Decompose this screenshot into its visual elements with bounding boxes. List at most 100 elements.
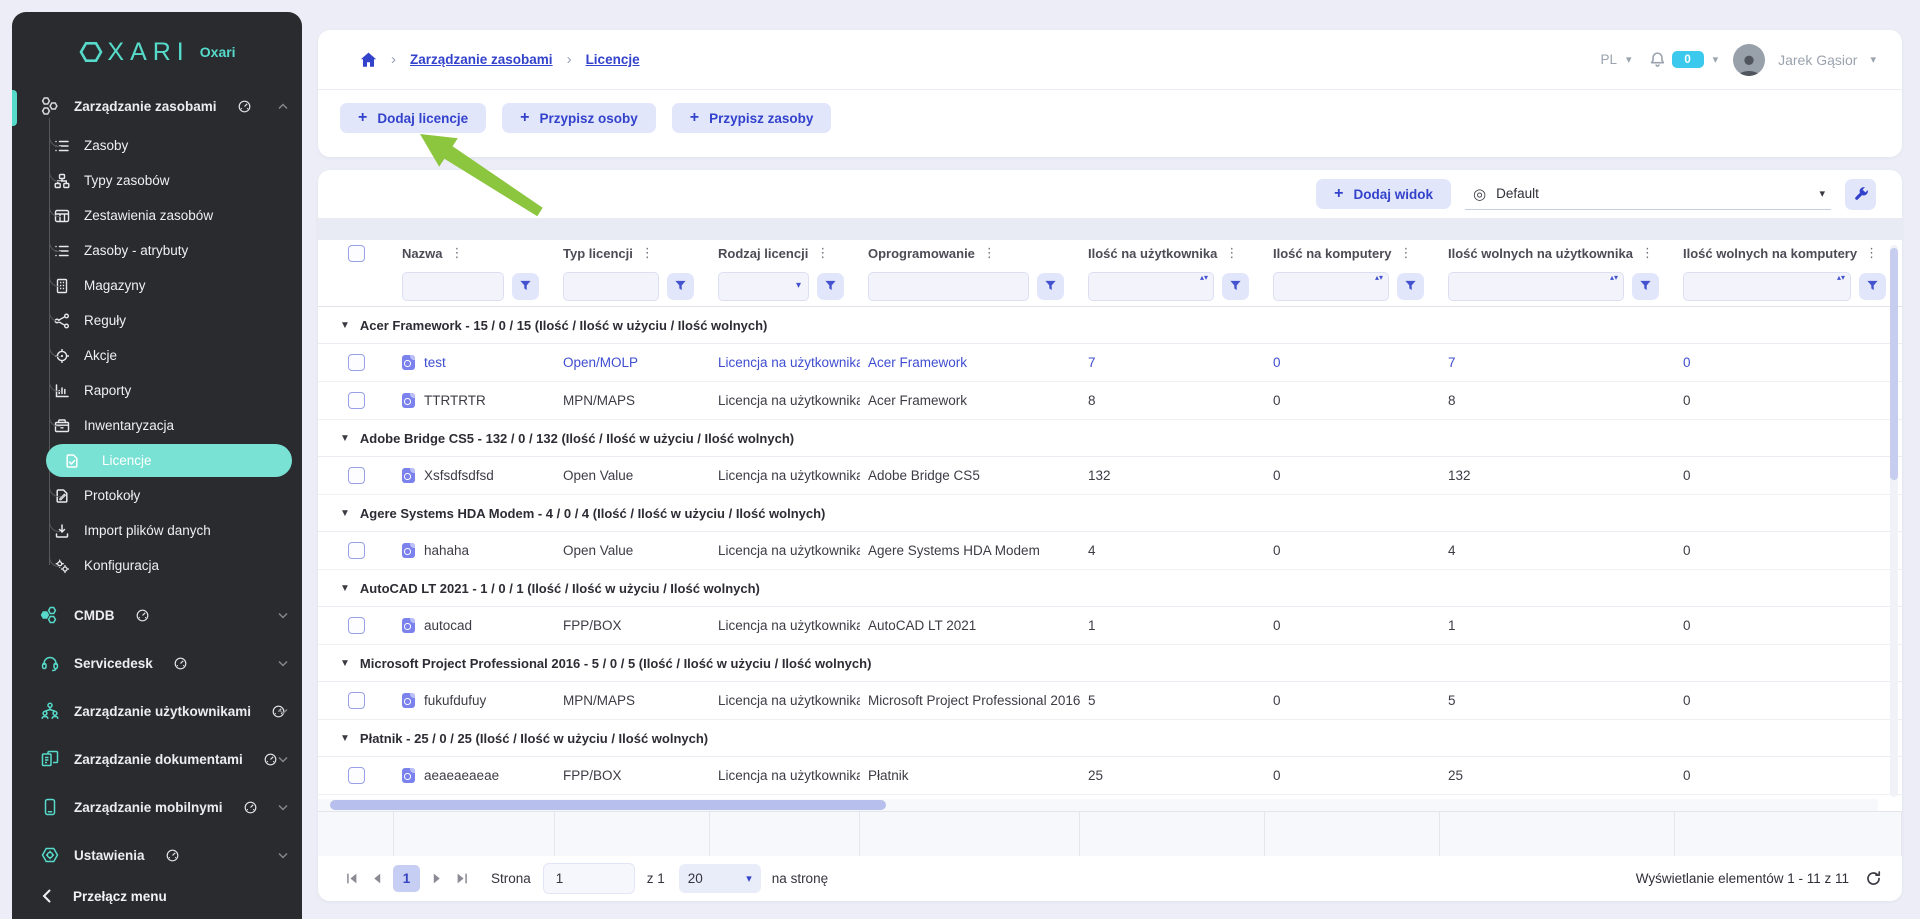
menu-toggle-button[interactable]: Przełącz menu [12, 873, 302, 919]
cell-nazwa[interactable]: autocad [424, 618, 472, 633]
collapse-caret-icon[interactable]: ▼ [340, 583, 350, 594]
user-name[interactable]: Jarek Gąsior [1778, 52, 1857, 68]
row-checkbox[interactable] [348, 767, 365, 784]
avatar[interactable] [1733, 44, 1765, 76]
stepper-arrows-icon[interactable]: ▴▾ [1837, 274, 1845, 282]
sidebar-item-import-plikow-danych[interactable]: Import plików danych [12, 513, 302, 548]
sidebar-section-servicedesk[interactable]: Servicedesk [12, 643, 302, 683]
column-menu-icon[interactable]: ⋮ [816, 245, 829, 261]
previous-page-button[interactable] [364, 866, 390, 892]
language-selector[interactable]: PL [1601, 52, 1618, 67]
filter-funnel-icon[interactable] [1397, 273, 1424, 300]
view-selector[interactable]: ◎ Default ▾ [1465, 178, 1831, 210]
cell-nazwa[interactable]: test [424, 355, 446, 370]
cell-nazwa[interactable]: fukufdufuy [424, 693, 486, 708]
collapse-caret-icon[interactable]: ▼ [340, 433, 350, 444]
home-icon[interactable] [360, 52, 377, 68]
cell-nazwa[interactable]: hahaha [424, 543, 469, 558]
horizontal-scrollbar[interactable] [318, 799, 1878, 811]
filter-select-rodzaj-licencji[interactable]: ▾ [718, 272, 809, 301]
sidebar-item-zasoby[interactable]: Zasoby [12, 128, 302, 163]
column-menu-icon[interactable]: ⋮ [641, 245, 654, 261]
sidebar-item-konfiguracja[interactable]: Konfiguracja [12, 548, 302, 583]
column-header-ilosc-wolnych-na-komputery[interactable]: Ilość wolnych na komputery [1683, 246, 1857, 261]
sidebar-item-typy-zasobow[interactable]: Typy zasobów [12, 163, 302, 198]
add-license-button[interactable]: + Dodaj licencje [340, 103, 486, 133]
filter-input-nazwa[interactable] [402, 272, 504, 301]
stepper-arrows-icon[interactable]: ▴▾ [1610, 274, 1618, 282]
chevron-up-icon[interactable] [278, 103, 288, 110]
table-row[interactable]: aeaeaeaeae FPP/BOX Licencja na użytkowni… [318, 757, 1902, 795]
collapse-caret-icon[interactable]: ▼ [340, 508, 350, 519]
chevron-down-icon[interactable] [278, 612, 288, 619]
group-header-row[interactable]: ▼ AutoCAD LT 2021 - 1 / 0 / 1 (Ilość / I… [318, 570, 1902, 607]
sidebar-item-akcje[interactable]: Akcje [12, 338, 302, 373]
column-menu-icon[interactable]: ⋮ [1399, 245, 1412, 261]
filter-funnel-icon[interactable] [512, 273, 539, 300]
sidebar-item-zasoby-atrybuty[interactable]: Zasoby - atrybuty [12, 233, 302, 268]
row-checkbox[interactable] [348, 467, 365, 484]
collapse-caret-icon[interactable]: ▼ [340, 320, 350, 331]
sidebar-section-zarzadzanie-dokumentami[interactable]: Zarządzanie dokumentami [12, 739, 302, 779]
column-menu-icon[interactable]: ⋮ [1865, 245, 1878, 261]
breadcrumb-link-licencje[interactable]: Licencje [586, 52, 640, 67]
stepper-arrows-icon[interactable]: ▴▾ [1375, 274, 1383, 282]
sidebar-item-inwentaryzacja[interactable]: Inwentaryzacja [12, 408, 302, 443]
page-size-select[interactable]: 20 ▾ [679, 864, 761, 893]
cell-nazwa[interactable]: Xsfsdfsdfsd [424, 468, 494, 483]
sidebar-item-magazyny[interactable]: Magazyny [12, 268, 302, 303]
breadcrumb-link-zarzadzanie-zasobami[interactable]: Zarządzanie zasobami [410, 52, 553, 67]
column-menu-icon[interactable]: ⋮ [1641, 245, 1654, 261]
group-header-row[interactable]: ▼ Płatnik - 25 / 0 / 25 (Ilość / Ilość w… [318, 720, 1902, 757]
column-menu-icon[interactable]: ⋮ [450, 245, 463, 261]
filter-input-typ-licencji[interactable] [563, 272, 659, 301]
group-header-row[interactable]: ▼ Microsoft Project Professional 2016 - … [318, 645, 1902, 682]
table-row[interactable]: TTRTRTR MPN/MAPS Licencja na użytkownika… [318, 382, 1902, 420]
chevron-down-icon[interactable]: ▾ [1819, 187, 1825, 200]
row-checkbox[interactable] [348, 392, 365, 409]
column-header-typ-licencji[interactable]: Typ licencji [563, 246, 633, 261]
table-row[interactable]: autocad FPP/BOX Licencja na użytkownika … [318, 607, 1902, 645]
sidebar-section-zarzadzanie-zasobami[interactable]: Zarządzanie zasobami [12, 86, 302, 126]
filter-funnel-icon[interactable] [1222, 273, 1249, 300]
filter-funnel-icon[interactable] [667, 273, 694, 300]
table-row[interactable]: hahaha Open Value Licencja na użytkownik… [318, 532, 1902, 570]
select-all-checkbox[interactable] [348, 245, 365, 262]
collapse-caret-icon[interactable]: ▼ [340, 658, 350, 669]
column-menu-icon[interactable]: ⋮ [983, 245, 996, 261]
filter-number-ilosc-na-uzytkownika[interactable]: ▴▾ [1088, 272, 1214, 301]
column-header-nazwa[interactable]: Nazwa [402, 246, 442, 261]
stepper-arrows-icon[interactable]: ▴▾ [1200, 274, 1208, 282]
next-page-button[interactable] [423, 866, 449, 892]
column-header-ilosc-wolnych-na-uzytkownika[interactable]: Ilość wolnych na użytkownika [1448, 246, 1633, 261]
sidebar-section-cmdb[interactable]: CMDB [12, 595, 302, 635]
notifications[interactable]: 0 [1649, 51, 1704, 69]
sidebar-item-raporty[interactable]: Raporty [12, 373, 302, 408]
sidebar-section-zarzadzanie-uzytkownikami[interactable]: Zarządzanie użytkownikami [12, 691, 302, 731]
first-page-button[interactable] [338, 866, 364, 892]
group-header-row[interactable]: ▼ Agere Systems HDA Modem - 4 / 0 / 4 (I… [318, 495, 1902, 532]
cell-nazwa[interactable]: TTRTRTR [424, 393, 486, 408]
table-row[interactable]: Xsfsdfsdfsd Open Value Licencja na użytk… [318, 457, 1902, 495]
sidebar-item-reguly[interactable]: Reguły [12, 303, 302, 338]
filter-funnel-icon[interactable] [1859, 273, 1886, 300]
horizontal-scrollbar-thumb[interactable] [330, 800, 886, 810]
chevron-down-icon[interactable]: ▾ [1870, 53, 1876, 66]
vertical-scrollbar-thumb[interactable] [1890, 248, 1898, 480]
column-header-rodzaj-licencji[interactable]: Rodzaj licencji [718, 246, 808, 261]
chevron-down-icon[interactable] [278, 852, 288, 859]
page-number-input[interactable]: 1 [543, 863, 635, 894]
collapse-caret-icon[interactable]: ▼ [340, 733, 350, 744]
row-checkbox[interactable] [348, 354, 365, 371]
table-settings-button[interactable] [1845, 179, 1876, 210]
column-header-ilosc-na-uzytkownika[interactable]: Ilość na użytkownika [1088, 246, 1217, 261]
add-view-button[interactable]: + Dodaj widok [1316, 179, 1451, 209]
row-checkbox[interactable] [348, 542, 365, 559]
sidebar-item-protokoly[interactable]: Protokoły [12, 478, 302, 513]
last-page-button[interactable] [449, 866, 475, 892]
filter-number-ilosc-na-komputery[interactable]: ▴▾ [1273, 272, 1389, 301]
filter-funnel-icon[interactable] [1037, 273, 1064, 300]
assign-people-button[interactable]: + Przypisz osoby [502, 103, 656, 133]
row-checkbox[interactable] [348, 617, 365, 634]
cell-nazwa[interactable]: aeaeaeaeae [424, 768, 499, 783]
